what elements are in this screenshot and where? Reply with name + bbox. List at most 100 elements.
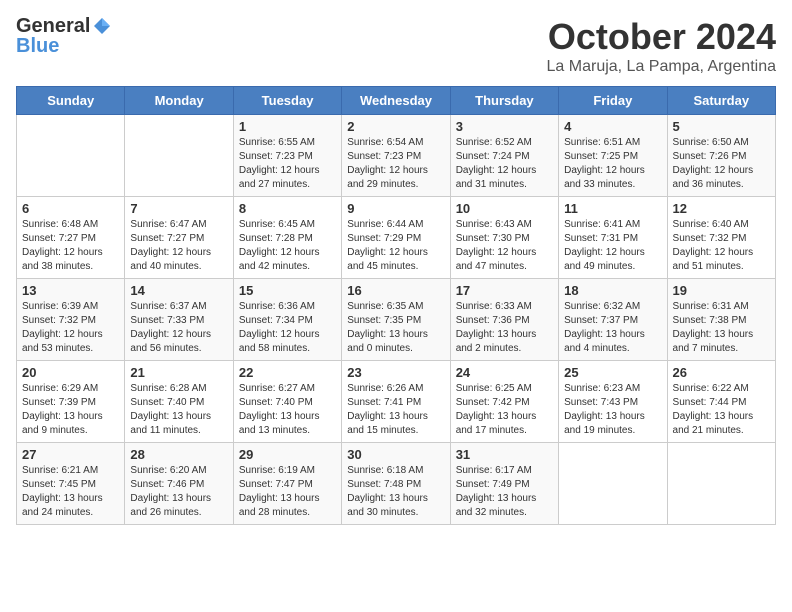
calendar-cell: 10Sunrise: 6:43 AMSunset: 7:30 PMDayligh…: [450, 197, 558, 279]
calendar-week-2: 6 Sunrise: 6:48 AMSunset: 7:27 PMDaylight…: [17, 197, 776, 279]
day-number: 3: [456, 119, 553, 134]
day-number: 18: [564, 283, 661, 298]
day-info: Sunrise: 6:45 AMSunset: 7:28 PMDaylight:…: [239, 218, 336, 274]
day-info: Sunrise: 6:41 AMSunset: 7:31 PMDaylight:…: [564, 218, 661, 274]
day-number: 25: [564, 365, 661, 380]
day-number: 24: [456, 365, 553, 380]
calendar-cell: [125, 115, 233, 197]
day-number: 26: [673, 365, 770, 380]
calendar-cell: 23Sunrise: 6:26 AMSunset: 7:41 PMDayligh…: [342, 361, 450, 443]
calendar-cell: 1 Sunrise: 6:55 AMSunset: 7:23 PMDaylight…: [233, 115, 341, 197]
day-number: 11: [564, 201, 661, 216]
day-info: Sunrise: 6:54 AMSunset: 7:23 PMDaylight:…: [347, 136, 444, 192]
calendar-cell: 6 Sunrise: 6:48 AMSunset: 7:27 PMDaylight…: [17, 197, 125, 279]
calendar-cell: 27 Sunrise: 6:21 AMSunset: 7:45 PMDayligh…: [17, 443, 125, 525]
calendar-cell: 25Sunrise: 6:23 AMSunset: 7:43 PMDayligh…: [559, 361, 667, 443]
day-number: 22: [239, 365, 336, 380]
calendar-cell: 31Sunrise: 6:17 AMSunset: 7:49 PMDayligh…: [450, 443, 558, 525]
day-number: 14: [130, 283, 227, 298]
day-info: Sunrise: 6:29 AMSunset: 7:39 PMDaylight:…: [22, 382, 119, 438]
day-info: Sunrise: 6:36 AMSunset: 7:34 PMDaylight:…: [239, 300, 336, 356]
day-info: Sunrise: 6:50 AMSunset: 7:26 PMDaylight:…: [673, 136, 770, 192]
calendar-cell: 29 Sunrise: 6:19 AMSunset: 7:47 PMDayligh…: [233, 443, 341, 525]
calendar-cell: 28 Sunrise: 6:20 AMSunset: 7:46 PMDayligh…: [125, 443, 233, 525]
day-number: 8: [239, 201, 336, 216]
calendar-cell: 20Sunrise: 6:29 AMSunset: 7:39 PMDayligh…: [17, 361, 125, 443]
calendar-cell: 3Sunrise: 6:52 AMSunset: 7:24 PMDaylight…: [450, 115, 558, 197]
day-number: 9: [347, 201, 444, 216]
day-number: 21: [130, 365, 227, 380]
day-number: 4: [564, 119, 661, 134]
calendar-cell: 8 Sunrise: 6:45 AMSunset: 7:28 PMDaylight…: [233, 197, 341, 279]
calendar-cell: 14 Sunrise: 6:37 AMSunset: 7:33 PMDayligh…: [125, 279, 233, 361]
day-info: Sunrise: 6:22 AMSunset: 7:44 PMDaylight:…: [673, 382, 770, 438]
day-info: Sunrise: 6:48 AMSunset: 7:27 PMDaylight:…: [22, 218, 119, 274]
day-info: Sunrise: 6:28 AMSunset: 7:40 PMDaylight:…: [130, 382, 227, 438]
day-info: Sunrise: 6:37 AMSunset: 7:33 PMDaylight:…: [130, 300, 227, 356]
calendar-cell: 17 Sunrise: 6:33 AMSunset: 7:36 PMDayligh…: [450, 279, 558, 361]
day-number: 6: [22, 201, 119, 216]
logo-icon: [92, 16, 112, 36]
column-header-sunday: Sunday: [17, 87, 125, 115]
day-info: Sunrise: 6:33 AMSunset: 7:36 PMDaylight:…: [456, 300, 553, 356]
calendar-cell: 5 Sunrise: 6:50 AMSunset: 7:26 PMDaylight…: [667, 115, 775, 197]
day-info: Sunrise: 6:40 AMSunset: 7:32 PMDaylight:…: [673, 218, 770, 274]
calendar-cell: 26 Sunrise: 6:22 AMSunset: 7:44 PMDayligh…: [667, 361, 775, 443]
calendar-header-row: SundayMondayTuesdayWednesdayThursdayFrid…: [17, 87, 776, 115]
day-number: 31: [456, 447, 553, 462]
month-title: October 2024: [547, 16, 776, 58]
day-number: 12: [673, 201, 770, 216]
calendar-cell: [667, 443, 775, 525]
calendar-cell: 2 Sunrise: 6:54 AMSunset: 7:23 PMDaylight…: [342, 115, 450, 197]
calendar-cell: 12 Sunrise: 6:40 AMSunset: 7:32 PMDayligh…: [667, 197, 775, 279]
calendar-cell: [559, 443, 667, 525]
day-info: Sunrise: 6:32 AMSunset: 7:37 PMDaylight:…: [564, 300, 661, 356]
day-number: 5: [673, 119, 770, 134]
day-number: 13: [22, 283, 119, 298]
day-info: Sunrise: 6:21 AMSunset: 7:45 PMDaylight:…: [22, 464, 119, 520]
day-number: 28: [130, 447, 227, 462]
day-info: Sunrise: 6:19 AMSunset: 7:47 PMDaylight:…: [239, 464, 336, 520]
day-number: 27: [22, 447, 119, 462]
day-number: 2: [347, 119, 444, 134]
day-info: Sunrise: 6:39 AMSunset: 7:32 PMDaylight:…: [22, 300, 119, 356]
calendar-cell: 24 Sunrise: 6:25 AMSunset: 7:42 PMDayligh…: [450, 361, 558, 443]
day-number: 29: [239, 447, 336, 462]
day-number: 16: [347, 283, 444, 298]
day-number: 30: [347, 447, 444, 462]
calendar-cell: 13 Sunrise: 6:39 AMSunset: 7:32 PMDayligh…: [17, 279, 125, 361]
calendar-cell: 15 Sunrise: 6:36 AMSunset: 7:34 PMDayligh…: [233, 279, 341, 361]
day-info: Sunrise: 6:31 AMSunset: 7:38 PMDaylight:…: [673, 300, 770, 356]
day-info: Sunrise: 6:26 AMSunset: 7:41 PMDaylight:…: [347, 382, 444, 438]
day-info: Sunrise: 6:18 AMSunset: 7:48 PMDaylight:…: [347, 464, 444, 520]
day-info: Sunrise: 6:44 AMSunset: 7:29 PMDaylight:…: [347, 218, 444, 274]
logo: General Blue: [16, 16, 112, 56]
day-number: 17: [456, 283, 553, 298]
logo-general-text: General: [16, 16, 90, 36]
calendar-cell: 30 Sunrise: 6:18 AMSunset: 7:48 PMDayligh…: [342, 443, 450, 525]
page-header: General Blue October 2024 La Maruja, La …: [16, 16, 776, 76]
calendar-cell: 9 Sunrise: 6:44 AMSunset: 7:29 PMDaylight…: [342, 197, 450, 279]
day-info: Sunrise: 6:25 AMSunset: 7:42 PMDaylight:…: [456, 382, 553, 438]
calendar-cell: 21 Sunrise: 6:28 AMSunset: 7:40 PMDayligh…: [125, 361, 233, 443]
day-info: Sunrise: 6:55 AMSunset: 7:23 PMDaylight:…: [239, 136, 336, 192]
column-header-wednesday: Wednesday: [342, 87, 450, 115]
calendar-week-1: 1 Sunrise: 6:55 AMSunset: 7:23 PMDaylight…: [17, 115, 776, 197]
calendar-week-3: 13 Sunrise: 6:39 AMSunset: 7:32 PMDayligh…: [17, 279, 776, 361]
day-info: Sunrise: 6:47 AMSunset: 7:27 PMDaylight:…: [130, 218, 227, 274]
column-header-thursday: Thursday: [450, 87, 558, 115]
day-number: 1: [239, 119, 336, 134]
location-text: La Maruja, La Pampa, Argentina: [547, 58, 776, 76]
calendar-table: SundayMondayTuesdayWednesdayThursdayFrid…: [16, 86, 776, 525]
day-info: Sunrise: 6:20 AMSunset: 7:46 PMDaylight:…: [130, 464, 227, 520]
calendar-cell: 16Sunrise: 6:35 AMSunset: 7:35 PMDayligh…: [342, 279, 450, 361]
day-info: Sunrise: 6:43 AMSunset: 7:30 PMDaylight:…: [456, 218, 553, 274]
column-header-friday: Friday: [559, 87, 667, 115]
day-number: 19: [673, 283, 770, 298]
day-number: 15: [239, 283, 336, 298]
calendar-cell: 7 Sunrise: 6:47 AMSunset: 7:27 PMDaylight…: [125, 197, 233, 279]
day-info: Sunrise: 6:27 AMSunset: 7:40 PMDaylight:…: [239, 382, 336, 438]
logo-blue-text: Blue: [16, 36, 59, 56]
day-number: 7: [130, 201, 227, 216]
calendar-cell: [17, 115, 125, 197]
